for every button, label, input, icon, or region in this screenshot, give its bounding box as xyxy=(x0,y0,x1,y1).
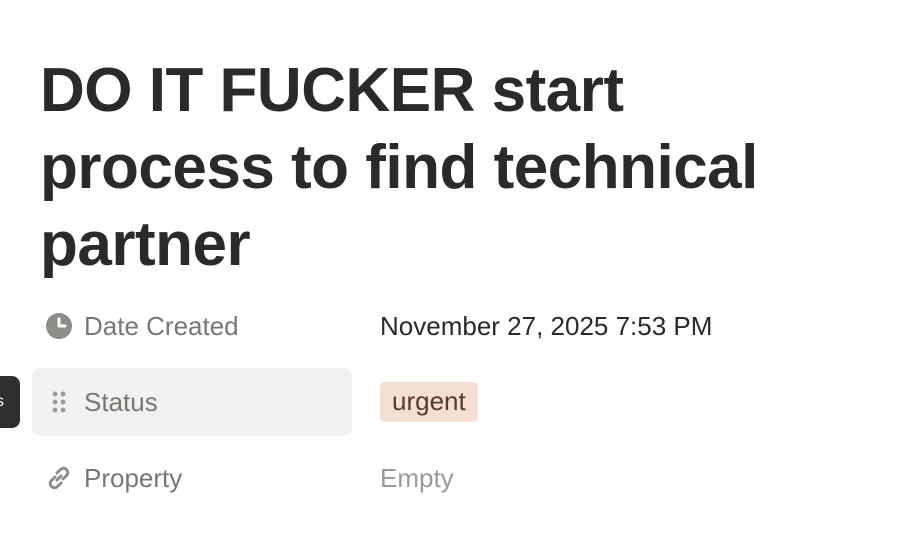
property-label-text: Date Created xyxy=(84,310,239,341)
property-label-property[interactable]: Property xyxy=(32,444,352,512)
property-row-date-created: Date Created November 27, 2025 7:53 PM xyxy=(32,290,882,366)
status-tag[interactable]: urgent xyxy=(380,382,478,422)
property-label-date-created[interactable]: Date Created xyxy=(32,292,352,360)
drag-handle-icon[interactable] xyxy=(44,387,74,417)
page-title[interactable]: DO IT FUCKER start process to find techn… xyxy=(40,52,860,283)
property-row-status: Status urgent xyxy=(32,366,882,442)
page: s DO IT FUCKER start process to find tec… xyxy=(0,0,910,538)
property-value-status[interactable]: urgent xyxy=(380,368,478,436)
empty-value-placeholder: Empty xyxy=(380,462,454,493)
property-label-text: Property xyxy=(84,462,183,493)
link-icon xyxy=(44,463,74,493)
property-value-property[interactable]: Empty xyxy=(380,444,454,512)
property-value-date-created: November 27, 2025 7:53 PM xyxy=(380,292,712,360)
clock-icon xyxy=(44,311,74,341)
side-panel-tab[interactable]: s xyxy=(0,376,20,428)
property-row-property: Property Empty xyxy=(32,442,882,518)
side-panel-tab-label: s xyxy=(0,393,4,410)
date-created-value: November 27, 2025 7:53 PM xyxy=(380,310,713,341)
property-label-status[interactable]: Status xyxy=(32,368,352,436)
property-label-text: Status xyxy=(84,386,158,417)
properties-list: Date Created November 27, 2025 7:53 PM S… xyxy=(32,290,882,518)
